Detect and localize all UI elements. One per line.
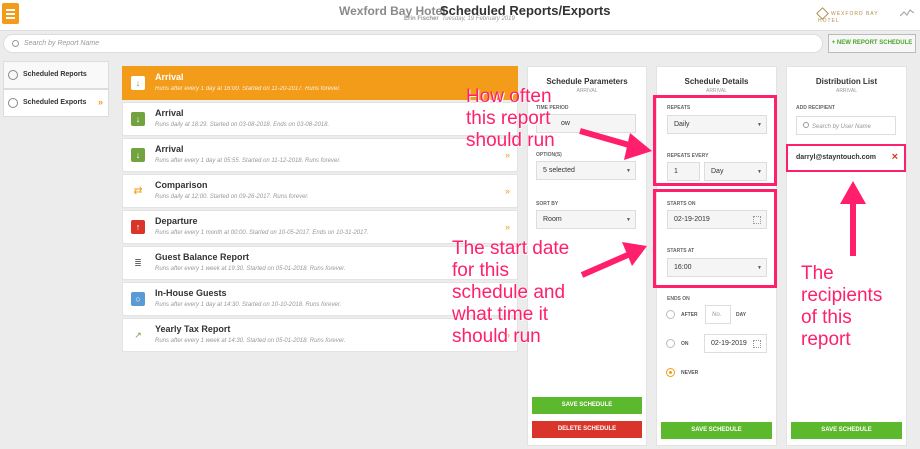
arrow-how-often [579,128,652,160]
arrow-start [580,242,647,278]
arrow-recipients [840,181,866,256]
annotation-arrows [579,128,866,278]
annotation-start: The start date for this schedule and wha… [452,238,570,347]
annotation-recipients: The recipients of this report [801,263,883,350]
annotation-how-often: How often this report should run [466,86,555,151]
